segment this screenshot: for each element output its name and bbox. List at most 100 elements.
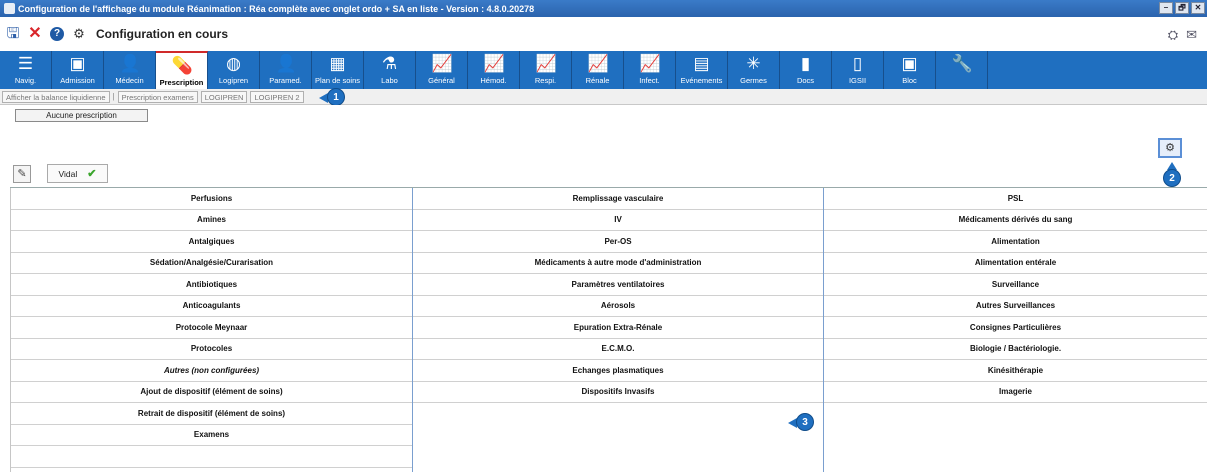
tab-docs-icon: ▮ bbox=[800, 54, 811, 73]
category-item[interactable]: Per-OS bbox=[413, 231, 823, 253]
category-item[interactable]: Paramètres ventilatoires bbox=[413, 274, 823, 296]
tab-label: Docs bbox=[796, 76, 815, 85]
category-item[interactable]: Remplissage vasculaire bbox=[413, 188, 823, 210]
tab-ev-nements[interactable]: ▤ Evénements bbox=[676, 51, 728, 89]
category-item[interactable]: Protocoles bbox=[11, 339, 412, 360]
app-icon bbox=[4, 3, 15, 14]
close-icon[interactable]: ✕ bbox=[28, 26, 42, 42]
callout-1: 1 bbox=[327, 88, 345, 106]
tab-label: Respi. bbox=[534, 76, 557, 85]
subtab-bar: Afficher la balance liquidienne | Prescr… bbox=[0, 89, 1207, 105]
category-item[interactable]: Alimentation bbox=[824, 231, 1207, 253]
tab-labo[interactable]: ⚗ Labo bbox=[364, 51, 416, 89]
user-icon[interactable]: ⛭ bbox=[1168, 27, 1178, 43]
category-item[interactable]: Surveillance bbox=[824, 274, 1207, 296]
save-icon[interactable]: 🖫 bbox=[6, 26, 20, 41]
category-item[interactable]: Echanges plasmatiques bbox=[413, 360, 823, 382]
category-item[interactable]: Amines bbox=[11, 210, 412, 231]
subtab-prescription-examens[interactable]: Prescription examens bbox=[117, 90, 198, 103]
tab-admission[interactable]: ▣ Admission bbox=[52, 51, 104, 89]
tab-prescription[interactable]: 💊 Prescription bbox=[156, 51, 208, 89]
category-item[interactable] bbox=[11, 446, 412, 468]
category-item[interactable]: Protocole Meynaar bbox=[11, 317, 412, 339]
tab-m-decin[interactable]: 👤 Médecin bbox=[104, 51, 156, 89]
category-item[interactable]: Dispositifs Invasifs bbox=[413, 382, 823, 403]
tab-bloc-icon: ▣ bbox=[901, 54, 918, 73]
tab-germes[interactable]: ✳ Germes bbox=[728, 51, 780, 89]
category-item[interactable]: Consignes Particulières bbox=[824, 317, 1207, 339]
category-item[interactable]: E.C.M.O. bbox=[413, 339, 823, 360]
tab-label: Général bbox=[428, 76, 455, 85]
tab-h-mod-icon: 📈 bbox=[483, 54, 505, 73]
tab-label: Infect. bbox=[639, 76, 660, 85]
tab-navig-icon: ☰ bbox=[17, 54, 34, 73]
toolbar-right: ⛭ ✉ bbox=[1168, 27, 1197, 43]
minimize-button[interactable]: – bbox=[1159, 2, 1173, 14]
tab-navig[interactable]: ☰ Navig. bbox=[0, 51, 52, 89]
category-item[interactable]: Médicaments à autre mode d'administratio… bbox=[413, 253, 823, 274]
category-item[interactable]: PSL bbox=[824, 188, 1207, 210]
subtab-logipren-2[interactable]: LOGIPREN 2 bbox=[250, 90, 304, 103]
tab-label: Rénale bbox=[585, 76, 610, 85]
tab-label: Médecin bbox=[115, 76, 144, 85]
edit-icon[interactable]: ✎ bbox=[13, 165, 31, 183]
window-title: Configuration de l'affichage du module R… bbox=[18, 3, 535, 14]
tab-g-n-ral-icon: 📈 bbox=[431, 54, 453, 73]
category-item[interactable]: Examens bbox=[11, 425, 412, 446]
subtab-separator: | bbox=[112, 92, 115, 101]
category-item[interactable]: IV bbox=[413, 210, 823, 231]
tab-plan-de-soins[interactable]: ▦ Plan de soins bbox=[312, 51, 364, 89]
tab-logipren[interactable]: ◍ Logipren bbox=[208, 51, 260, 89]
tab-respi-icon: 📈 bbox=[535, 54, 557, 73]
help-icon[interactable]: ? bbox=[50, 27, 64, 41]
prescription-settings-button[interactable]: ⚙ bbox=[1158, 138, 1182, 158]
category-item[interactable]: Autres Surveillances bbox=[824, 296, 1207, 317]
tab-h-mod[interactable]: 📈 Hémod. bbox=[468, 51, 520, 89]
tab-prescription-icon: 💊 bbox=[171, 56, 193, 75]
tab-label: Paramed. bbox=[269, 76, 302, 85]
tab-tools[interactable]: 🔧 bbox=[936, 51, 988, 89]
category-column-3: PSL Médicaments dérivés du sang Alimentati… bbox=[823, 188, 1207, 472]
category-item[interactable]: Biologie / Bactériologie. bbox=[824, 339, 1207, 360]
category-item[interactable]: Aérosols bbox=[413, 296, 823, 317]
tab-g-n-ral[interactable]: 📈 Général bbox=[416, 51, 468, 89]
mail-icon[interactable]: ✉ bbox=[1186, 27, 1197, 43]
tab-label: Plan de soins bbox=[314, 76, 361, 85]
settings-icon[interactable]: ⚙ bbox=[72, 27, 86, 41]
category-item[interactable]: Epuration Extra-Rénale bbox=[413, 317, 823, 339]
subtab-balance-liquidienne[interactable]: Afficher la balance liquidienne bbox=[2, 90, 110, 103]
tab-tools-icon: 🔧 bbox=[951, 54, 973, 73]
category-item[interactable]: Ajout de dispositif (élément de soins) bbox=[11, 382, 412, 403]
tab-label: Logipren bbox=[218, 76, 249, 85]
tab-bloc[interactable]: ▣ Bloc bbox=[884, 51, 936, 89]
category-item[interactable]: Retrait de dispositif (élément de soins) bbox=[11, 403, 412, 425]
subtab-logipren[interactable]: LOGIPREN bbox=[200, 90, 248, 103]
tab-paramed[interactable]: 👤 Paramed. bbox=[260, 51, 312, 89]
category-item[interactable]: Antibiotiques bbox=[11, 274, 412, 296]
category-item[interactable]: Alimentation entérale bbox=[824, 253, 1207, 274]
tab-label: Hémod. bbox=[480, 76, 507, 85]
tab-respi[interactable]: 📈 Respi. bbox=[520, 51, 572, 89]
tab-igsii[interactable]: ▯ IGSII bbox=[832, 51, 884, 89]
check-icon: ✔ bbox=[87, 168, 97, 180]
category-item[interactable]: Autres (non configurées) bbox=[11, 360, 412, 382]
tab-infect[interactable]: 📈 Infect. bbox=[624, 51, 676, 89]
close-window-button[interactable]: ✕ bbox=[1191, 2, 1205, 14]
category-item[interactable]: Perfusions bbox=[11, 188, 412, 210]
tab-label: Germes bbox=[740, 76, 767, 85]
category-item[interactable]: Anticoagulants bbox=[11, 296, 412, 317]
tab-logipren-icon: ◍ bbox=[226, 54, 241, 73]
category-item[interactable]: Imagerie bbox=[824, 382, 1207, 403]
category-item[interactable]: Médicaments dérivés du sang bbox=[824, 210, 1207, 231]
tab-labo-icon: ⚗ bbox=[381, 54, 398, 73]
tab-label: Prescription bbox=[159, 78, 204, 87]
callout-2: 2 bbox=[1163, 169, 1181, 187]
restore-button[interactable]: 🗗 bbox=[1175, 2, 1189, 14]
tab-docs[interactable]: ▮ Docs bbox=[780, 51, 832, 89]
vidal-button[interactable]: Vidal ✔ bbox=[47, 164, 108, 183]
category-item[interactable]: Kinésithérapie bbox=[824, 360, 1207, 382]
window-controls: – 🗗 ✕ bbox=[1159, 2, 1205, 14]
tab-r-nale[interactable]: 📈 Rénale bbox=[572, 51, 624, 89]
category-item[interactable]: Antalgiques bbox=[11, 231, 412, 253]
category-item[interactable]: Sédation/Analgésie/Curarisation bbox=[11, 253, 412, 274]
